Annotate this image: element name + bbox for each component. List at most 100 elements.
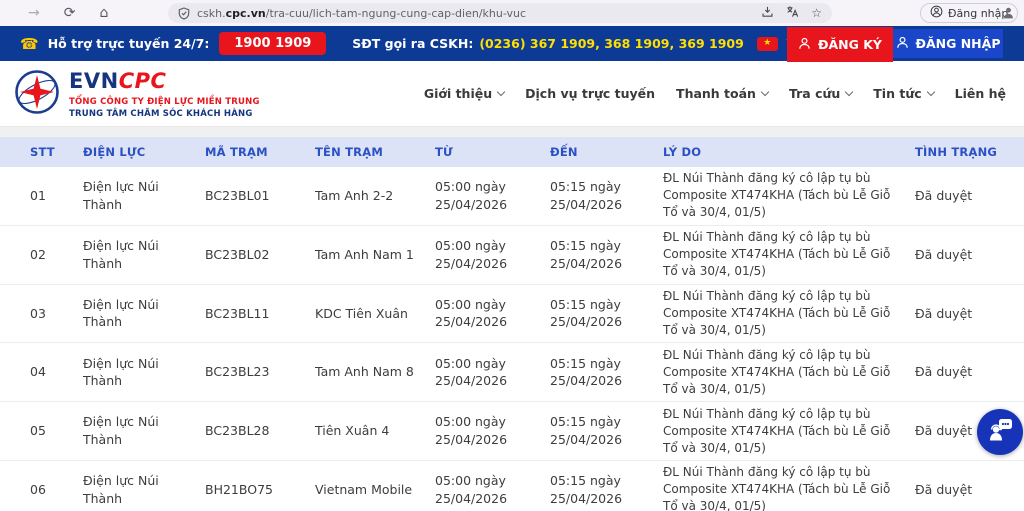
- table-row: 04 Điện lực Núi Thành BC23BL23 Tam Anh N…: [0, 343, 1024, 402]
- site-header: EVNCPC TỔNG CÔNG TY ĐIỆN LỰC MIỀN TRUNG …: [0, 61, 1024, 127]
- cell-ma-tram: BC23BL11: [205, 305, 315, 323]
- cell-stt: 01: [30, 187, 83, 205]
- browser-account-icon[interactable]: [1002, 5, 1015, 24]
- cell-ly-do: ĐL Núi Thành đăng ký cô lập tụ bù Compos…: [663, 170, 915, 221]
- chevron-down-icon: [926, 87, 934, 95]
- refresh-icon[interactable]: ⟳: [64, 5, 76, 21]
- site-security-icon[interactable]: [178, 7, 190, 20]
- nav-item-tin-tuc[interactable]: Tin tức: [873, 86, 933, 101]
- hotline-badge[interactable]: 1900 1909: [219, 32, 326, 55]
- evn-star-globe-icon: [14, 69, 60, 119]
- cell-ma-tram: BC23BL01: [205, 187, 315, 205]
- download-icon[interactable]: [761, 5, 774, 21]
- chevron-down-icon: [497, 87, 505, 95]
- cell-stt: 02: [30, 246, 83, 264]
- col-header-dien-luc: ĐIỆN LỰC: [83, 145, 205, 159]
- cell-tinh-trang: Đã duyệt: [915, 246, 1024, 264]
- chevron-down-icon: [761, 87, 769, 95]
- outgoing-call-numbers: (0236) 367 1909, 368 1909, 369 1909: [479, 36, 743, 51]
- cell-tu: 05:00 ngày 25/04/2026: [435, 472, 550, 508]
- url-text[interactable]: cskh.cpc.vn/tra-cuu/lich-tam-ngung-cung-…: [197, 7, 526, 20]
- cell-tinh-trang: Đã duyệt: [915, 305, 1024, 323]
- browser-toolbar: → ⟳ ⌂ cskh.cpc.vn/tra-cuu/lich-tam-ngung…: [0, 0, 1024, 26]
- table-row: 03 Điện lực Núi Thành BC23BL11 KDC Tiên …: [0, 285, 1024, 344]
- chevron-down-icon: [845, 87, 853, 95]
- col-header-den: ĐẾN: [550, 145, 663, 159]
- cell-tu: 05:00 ngày 25/04/2026: [435, 178, 550, 214]
- omnibox-action-icons: ☆: [761, 5, 822, 21]
- col-header-tu: TỪ: [435, 145, 550, 159]
- cell-tinh-trang: Đã duyệt: [915, 187, 1024, 205]
- nav-item-dich-vu-truc-tuyen[interactable]: Dịch vụ trực tuyến: [525, 86, 655, 101]
- chat-support-agent-icon: [986, 416, 1014, 448]
- cell-dien-luc: Điện lực Núi Thành: [83, 178, 205, 214]
- support-label: Hỗ trợ trực tuyến 24/7:: [48, 36, 210, 51]
- cell-ten-tram: Tam Anh Nam 8: [315, 363, 435, 381]
- company-name-line1: TỔNG CÔNG TY ĐIỆN LỰC MIỀN TRUNG: [69, 97, 260, 107]
- cell-tinh-trang: Đã duyệt: [915, 481, 1024, 499]
- person-icon: [896, 36, 909, 52]
- cell-dien-luc: Điện lực Núi Thành: [83, 472, 205, 508]
- address-bar[interactable]: cskh.cpc.vn/tra-cuu/lich-tam-ngung-cung-…: [168, 3, 832, 23]
- profile-circle-icon: [930, 5, 943, 21]
- cell-stt: 05: [30, 422, 83, 440]
- table-row: 01 Điện lực Núi Thành BC23BL01 Tam Anh 2…: [0, 167, 1024, 226]
- cell-ten-tram: Tiên Xuân 4: [315, 422, 435, 440]
- evncpc-logo[interactable]: EVNCPC TỔNG CÔNG TY ĐIỆN LỰC MIỀN TRUNG …: [14, 69, 260, 119]
- outgoing-call-label: SĐT gọi ra CSKH:: [352, 36, 473, 51]
- chat-support-button[interactable]: [977, 409, 1023, 455]
- cell-ly-do: ĐL Núi Thành đăng ký cô lập tụ bù Compos…: [663, 464, 915, 511]
- logo-title: EVNCPC: [69, 71, 260, 92]
- home-icon[interactable]: ⌂: [99, 5, 108, 21]
- login-button[interactable]: ĐĂNG NHẬP: [893, 29, 1003, 58]
- col-header-ten-tram: TÊN TRẠM: [315, 145, 435, 159]
- cell-den: 05:15 ngày 25/04/2026: [550, 237, 663, 273]
- cell-tu: 05:00 ngày 25/04/2026: [435, 413, 550, 449]
- cell-dien-luc: Điện lực Núi Thành: [83, 413, 205, 449]
- cell-dien-luc: Điện lực Núi Thành: [83, 296, 205, 332]
- cell-stt: 04: [30, 363, 83, 381]
- cell-ly-do: ĐL Núi Thành đăng ký cô lập tụ bù Compos…: [663, 347, 915, 398]
- cell-tinh-trang: Đã duyệt: [915, 363, 1024, 381]
- col-header-ly-do: LÝ DO: [663, 145, 915, 159]
- person-icon: [798, 37, 811, 53]
- col-header-stt: STT: [30, 145, 83, 159]
- phone-icon: ☎: [20, 35, 39, 53]
- company-name-line2: TRUNG TÂM CHĂM SÓC KHÁCH HÀNG: [69, 109, 260, 119]
- cell-dien-luc: Điện lực Núi Thành: [83, 237, 205, 273]
- site-topbar: ☎ Hỗ trợ trực tuyến 24/7: 1900 1909 SĐT …: [0, 26, 1024, 61]
- table-body: 01 Điện lực Núi Thành BC23BL01 Tam Anh 2…: [0, 167, 1024, 511]
- cell-stt: 06: [30, 481, 83, 499]
- register-button[interactable]: ĐĂNG KÝ: [787, 27, 893, 62]
- nav-item-tra-cuu[interactable]: Tra cứu: [789, 86, 852, 101]
- nav-item-thanh-toan[interactable]: Thanh toán: [676, 86, 768, 101]
- browser-login-label: Đăng nhập: [948, 7, 1008, 20]
- cell-den: 05:15 ngày 25/04/2026: [550, 296, 663, 332]
- cell-tu: 05:00 ngày 25/04/2026: [435, 237, 550, 273]
- outage-table: STT ĐIỆN LỰC MÃ TRẠM TÊN TRẠM TỪ ĐẾN LÝ …: [0, 137, 1024, 511]
- cell-ly-do: ĐL Núi Thành đăng ký cô lập tụ bù Compos…: [663, 288, 915, 339]
- register-label: ĐĂNG KÝ: [818, 37, 882, 52]
- cell-ma-tram: BC23BL02: [205, 246, 315, 264]
- forward-arrow-icon[interactable]: →: [28, 5, 40, 21]
- cell-den: 05:15 ngày 25/04/2026: [550, 413, 663, 449]
- cell-ten-tram: Tam Anh 2-2: [315, 187, 435, 205]
- col-header-tinh-trang: TÌNH TRẠNG: [915, 145, 1024, 159]
- cell-stt: 03: [30, 305, 83, 323]
- cell-tu: 05:00 ngày 25/04/2026: [435, 296, 550, 332]
- table-header-row: STT ĐIỆN LỰC MÃ TRẠM TÊN TRẠM TỪ ĐẾN LÝ …: [0, 137, 1024, 167]
- cell-ma-tram: BC23BL23: [205, 363, 315, 381]
- nav-item-lien-he[interactable]: Liên hệ: [955, 86, 1006, 101]
- cell-den: 05:15 ngày 25/04/2026: [550, 178, 663, 214]
- cell-den: 05:15 ngày 25/04/2026: [550, 472, 663, 508]
- main-navigation: Giới thiệu Dịch vụ trực tuyến Thanh toán…: [424, 61, 1006, 126]
- cell-ten-tram: Tam Anh Nam 1: [315, 246, 435, 264]
- login-label: ĐĂNG NHẬP: [916, 36, 1001, 51]
- page-background-gap: [0, 127, 1024, 137]
- cell-ly-do: ĐL Núi Thành đăng ký cô lập tụ bù Compos…: [663, 229, 915, 280]
- cell-ma-tram: BH21BO75: [205, 481, 315, 499]
- cell-ma-tram: BC23BL28: [205, 422, 315, 440]
- bookmark-star-icon[interactable]: ☆: [811, 6, 822, 20]
- nav-item-gioi-thieu[interactable]: Giới thiệu: [424, 86, 504, 101]
- translate-icon[interactable]: [786, 5, 799, 21]
